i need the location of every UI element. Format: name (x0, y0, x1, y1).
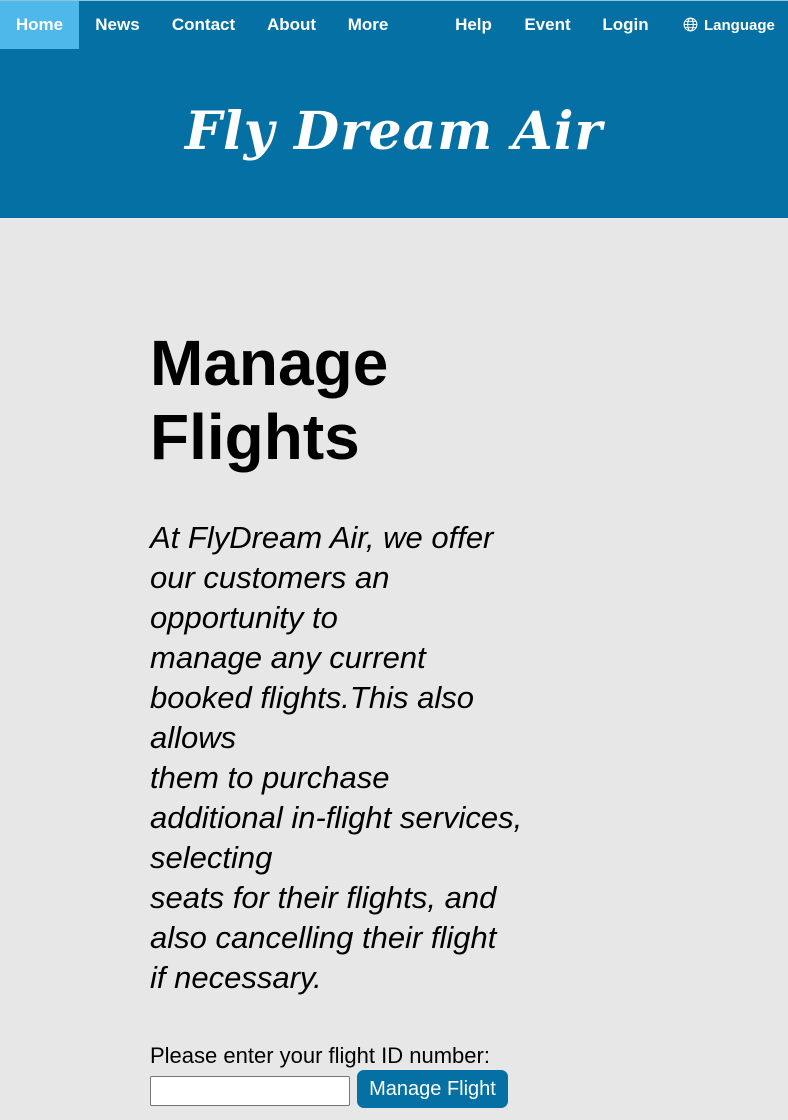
nav-more[interactable]: More (332, 1, 404, 49)
language-label: Language (704, 17, 775, 34)
manage-flight-button[interactable]: Manage Flight (357, 1070, 508, 1108)
nav-contact[interactable]: Contact (156, 1, 251, 49)
globe-icon (683, 17, 698, 32)
language-selector[interactable]: Language (683, 1, 775, 49)
description-line: seats for their flights, and (150, 880, 497, 915)
nav-login[interactable]: Login (587, 1, 664, 49)
description-line: additional in-flight services, (150, 800, 523, 835)
description-line: booked flights.This also (150, 680, 474, 715)
description-line: selecting (150, 840, 273, 875)
page-title: Manage Flights (150, 326, 470, 474)
description-line: allows (150, 720, 237, 755)
nav-event[interactable]: Event (508, 1, 587, 49)
flight-id-input[interactable] (150, 1076, 350, 1106)
nav-home[interactable]: Home (0, 1, 79, 49)
page-title-line-1: Manage (150, 327, 389, 399)
brand-logo[interactable]: Fly Dream Air (0, 92, 788, 172)
description-line: opportunity to (150, 600, 338, 635)
page-title-line-2: Flights (150, 401, 360, 473)
nav-about[interactable]: About (251, 1, 332, 49)
description-line: them to purchase (150, 760, 390, 795)
description-line: manage any current (150, 640, 426, 675)
nav-news[interactable]: News (79, 1, 156, 49)
top-navbar: Home News Contact About More Help Event … (0, 0, 788, 49)
page-description: At FlyDream Air, we offer our customers … (150, 518, 580, 998)
site-header: Fly Dream Air (0, 49, 788, 218)
description-line: also cancelling their flight (150, 920, 497, 955)
description-line: our customers an (150, 560, 390, 595)
description-line: if necessary. (150, 960, 322, 995)
flight-id-label: Please enter your flight ID number: (150, 1043, 490, 1068)
nav-help[interactable]: Help (439, 1, 508, 49)
description-line: At FlyDream Air, we offer (150, 520, 494, 555)
